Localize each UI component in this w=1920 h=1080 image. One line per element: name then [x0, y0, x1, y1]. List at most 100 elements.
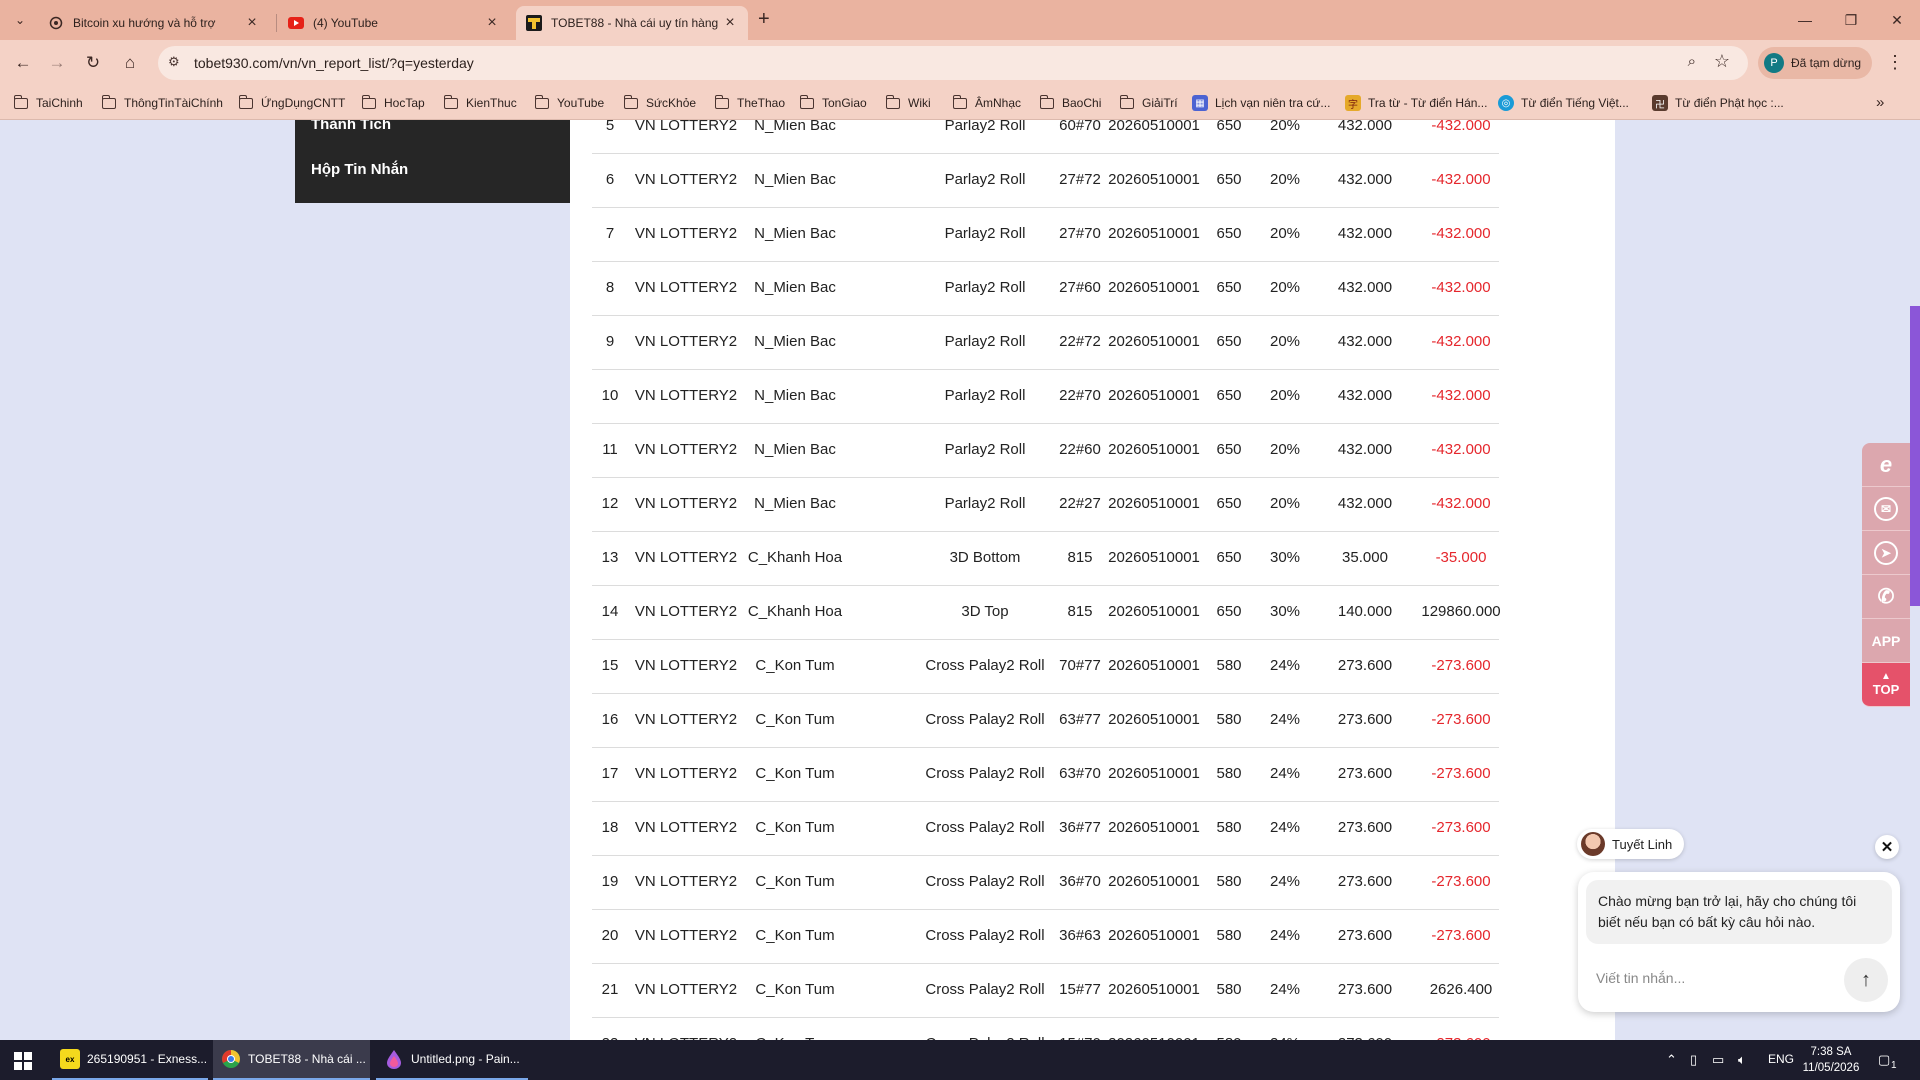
cell-pct: 20%	[1269, 441, 1301, 458]
app-button[interactable]: APP	[1862, 619, 1910, 663]
cell-pct: 20%	[1269, 495, 1301, 512]
taskbar-chrome[interactable]: TOBET88 - Nhà cái ...	[213, 1040, 370, 1080]
cell-type: 3D Top	[961, 603, 1009, 620]
bookmark-thongtintaichinh[interactable]: ThôngTinTàiChính	[101, 94, 223, 111]
menu-item-thanh-tich[interactable]: Thành Tích	[311, 120, 391, 133]
tab-youtube[interactable]: (4) YouTube ×	[278, 6, 510, 40]
ie-icon: e	[1879, 451, 1893, 477]
bookmark-lichvannien[interactable]: ▦ Lịch vạn niên tra cứ...	[1192, 95, 1330, 111]
restore-icon[interactable]: ❐	[1828, 0, 1874, 40]
send-arrow-icon[interactable]: ↑	[1844, 958, 1888, 1002]
url-text[interactable]: tobet930.com/vn/vn_report_list/?q=yester…	[194, 55, 474, 71]
bookmark-label: KienThuc	[466, 96, 517, 110]
cell-pct: 24%	[1269, 927, 1301, 944]
cell-number: 815	[1067, 549, 1093, 566]
bookmark-wiki[interactable]: Wiki	[885, 94, 931, 111]
cell-result: 2626.400	[1429, 981, 1493, 998]
cell-game: VN LOTTERY2	[634, 279, 738, 296]
chevron-more-icon[interactable]: »	[1876, 94, 1884, 111]
profile-button[interactable]: P Đã tạm dừng	[1758, 47, 1872, 79]
bookmark-hoctap[interactable]: HocTap	[361, 94, 425, 111]
bookmark-baochi[interactable]: BaoChi	[1039, 94, 1101, 111]
bookmark-youtube[interactable]: YouTube	[534, 94, 604, 111]
volume-icon[interactable]: 🔈︎	[1738, 1052, 1746, 1068]
bookmark-ungdungcntt[interactable]: ỨngDụngCNTT	[238, 94, 345, 111]
agent-name: Tuyết Linh	[1612, 836, 1673, 852]
chat-message-input[interactable]: Viết tin nhắn...	[1596, 970, 1685, 986]
dictionary-globe-icon: ◎	[1498, 95, 1514, 111]
folder-icon	[952, 94, 967, 109]
bookmark-tudien[interactable]: ◎ Từ điển Tiếng Việt...	[1498, 95, 1629, 111]
cell-game: VN LOTTERY2	[634, 711, 738, 728]
address-bar[interactable]: ⚙ tobet930.com/vn/vn_report_list/?q=yest…	[158, 46, 1748, 80]
avatar: P	[1764, 53, 1784, 73]
cell-pct: 20%	[1269, 387, 1301, 404]
cell-type: Parlay2 Roll	[944, 120, 1026, 134]
cell-region: C_Kon Tum	[755, 981, 835, 998]
cell-type: Cross Palay2 Roll	[925, 765, 1045, 782]
tobet-icon	[526, 15, 542, 31]
cell-region: C_Khanh Hoa	[747, 549, 843, 566]
forward-icon[interactable]: →	[44, 50, 70, 76]
bookmark-star-icon[interactable]: ☆	[1714, 51, 1730, 72]
taskbar-exness[interactable]: ex 265190951 - Exness...	[52, 1040, 208, 1080]
cell-type: Cross Palay2 Roll	[925, 927, 1045, 944]
cell-result: -35.000	[1435, 549, 1487, 566]
minimize-icon[interactable]: —	[1782, 0, 1828, 40]
cell-odds: 580	[1216, 711, 1242, 728]
browser-e-button[interactable]: e	[1862, 443, 1910, 487]
agent-avatar	[1581, 832, 1605, 856]
back-icon[interactable]: ←	[10, 50, 36, 76]
site-info-icon[interactable]: ⚙	[168, 54, 186, 72]
bookmark-kienthuc[interactable]: KienThuc	[443, 94, 517, 111]
cell-stake: 432.000	[1337, 120, 1393, 134]
bookmark-suckhoe[interactable]: SứcKhỏe	[623, 94, 696, 111]
clock[interactable]: 7:38 SA 11/05/2026	[1796, 1044, 1866, 1076]
chat-agent-chip[interactable]: Tuyết Linh	[1577, 829, 1685, 859]
notification-icon[interactable]: ▢	[1878, 1052, 1890, 1068]
bookmark-phathoc[interactable]: 卍 Từ điển Phật học :...	[1652, 95, 1784, 111]
bookmark-tongiao[interactable]: TonGiao	[799, 94, 867, 111]
cell-odds: 580	[1216, 657, 1242, 674]
tray-chevron-icon[interactable]: ⌃	[1666, 1052, 1677, 1068]
clock-time: 7:38 SA	[1810, 1046, 1852, 1058]
input-language[interactable]: ENG	[1768, 1052, 1794, 1066]
chrome-icon	[221, 1049, 241, 1069]
browser-toolbar: ← → ↻ ⌂ ⚙ tobet930.com/vn/vn_report_list…	[0, 40, 1920, 86]
side-action-bar: e ✉ ➤ ✆ APP ▲ TOP	[1862, 443, 1910, 707]
zoom-icon[interactable]: ⌕	[1688, 53, 1696, 70]
bookmark-amnhac[interactable]: ÂmNhạc	[952, 94, 1021, 111]
message-button[interactable]: ✉	[1862, 487, 1910, 531]
close-tab-icon[interactable]: ×	[484, 14, 500, 32]
tray-device-icon[interactable]: ▯	[1690, 1052, 1697, 1068]
new-tab-icon[interactable]: +	[758, 8, 770, 31]
tab-bitcoin[interactable]: Bitcoin xu hướng và hỗ trợ ×	[38, 6, 270, 40]
windows-start-icon[interactable]	[14, 1052, 32, 1070]
calendar-icon: ▦	[1192, 95, 1208, 111]
bookmark-tratu[interactable]: 字 Tra từ - Từ điển Hán...	[1345, 95, 1487, 111]
telegram-button[interactable]: ➤	[1862, 531, 1910, 575]
cell-stake: 432.000	[1337, 441, 1393, 458]
back-to-top-button[interactable]: ▲ TOP	[1862, 663, 1910, 707]
cell-no: 12	[601, 495, 619, 512]
reload-icon[interactable]: ↻	[80, 50, 106, 76]
home-icon[interactable]: ⌂	[117, 50, 143, 76]
cell-stake: 432.000	[1337, 495, 1393, 512]
phone-button[interactable]: ✆	[1862, 575, 1910, 619]
bookmark-taichinh[interactable]: TaiChinh	[13, 94, 83, 111]
bookmark-thethao[interactable]: TheThao	[714, 94, 785, 111]
cell-no: 14	[601, 603, 619, 620]
menu-kebab-icon[interactable]: ⋮	[1886, 52, 1904, 73]
tab-search-button[interactable]: ⌄	[8, 8, 32, 32]
close-tab-icon[interactable]: ×	[722, 14, 738, 32]
network-icon[interactable]: ▭	[1712, 1052, 1724, 1068]
taskbar-paint[interactable]: Untitled.png - Pain...	[376, 1040, 528, 1080]
menu-item-hop-tin-nhan[interactable]: Hộp Tin Nhắn	[311, 161, 408, 178]
bookmark-giaitri[interactable]: GiảiTrí	[1119, 94, 1178, 111]
close-tab-icon[interactable]: ×	[244, 14, 260, 32]
tab-tobet88[interactable]: TOBET88 - Nhà cái uy tín hàng ×	[516, 6, 748, 40]
scroll-accent-bar	[1910, 306, 1920, 606]
chat-close-icon[interactable]: ✕	[1875, 835, 1899, 859]
close-window-icon[interactable]: ✕	[1874, 0, 1920, 40]
table-row: 8 VN LOTTERY2 N_Mien Bac Parlay2 Roll 27#60 2…	[592, 262, 1499, 316]
